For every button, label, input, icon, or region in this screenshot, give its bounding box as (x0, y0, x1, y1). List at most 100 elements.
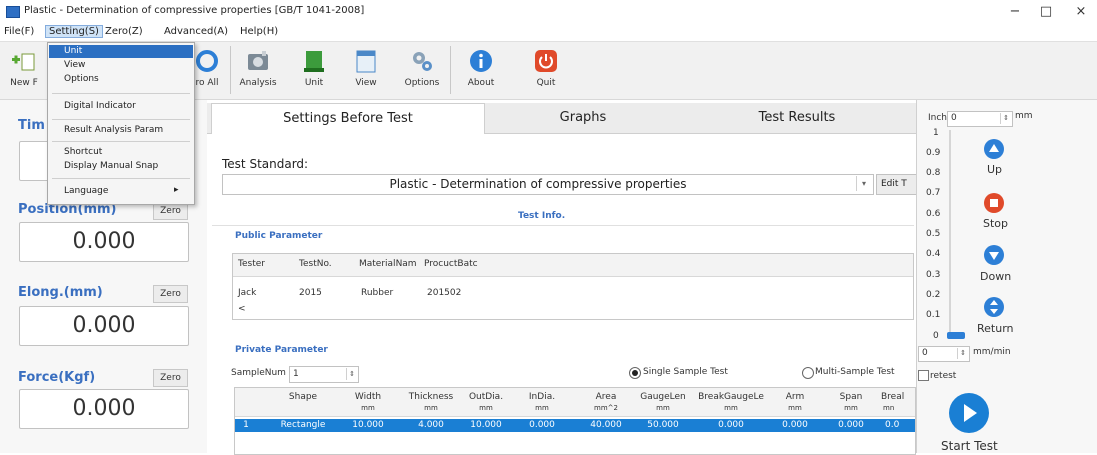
menu-item-language[interactable]: Language (64, 186, 108, 196)
speed-value: 0 (922, 348, 928, 358)
arrow-up-icon (989, 144, 999, 152)
setting-dropdown-menu: Unit View Options Digital Indicator Resu… (47, 42, 195, 205)
menu-separator (52, 93, 190, 94)
col-width-unit: mm (361, 404, 375, 412)
public-value-material[interactable]: Rubber (361, 288, 393, 298)
toolbar-new-button[interactable]: New F (2, 48, 46, 88)
up-button[interactable] (984, 139, 1004, 159)
col-area-unit: mm^2 (594, 404, 618, 412)
elong-zero-button[interactable]: Zero (153, 285, 188, 303)
toolbar-unit-button[interactable]: Unit (292, 48, 336, 88)
menu-item-options[interactable]: Options (64, 74, 99, 84)
menu-setting[interactable]: Setting(S) (45, 25, 103, 38)
public-value-testno[interactable]: 2015 (299, 288, 322, 298)
position-slider-handle[interactable] (947, 332, 965, 339)
menu-item-result-analysis-param[interactable]: Result Analysis Param (64, 125, 163, 135)
col-area: Area (595, 392, 617, 402)
maximize-button[interactable]: □ (1031, 2, 1061, 22)
multi-sample-label: Multi-Sample Test (815, 367, 895, 377)
position-value: 0.000 (19, 222, 189, 262)
menu-item-shortcut[interactable]: Shortcut (64, 147, 102, 157)
public-header-testno: TestNo. (299, 259, 332, 269)
public-parameter-title: Public Parameter (235, 231, 323, 241)
menu-separator (52, 119, 190, 120)
col-breakgaugelen: BreakGaugeLe (698, 392, 764, 402)
public-value-tester[interactable]: Jack (238, 288, 256, 298)
force-title: Force(Kgf) (18, 370, 96, 385)
private-parameter-title: Private Parameter (235, 345, 328, 355)
public-parameter-grid: Tester TestNo. MaterialNam ProcuctBatc J… (232, 253, 914, 320)
stop-button[interactable] (984, 193, 1004, 213)
scale-tick: 0.9 (926, 148, 941, 158)
toolbar-analysis-button[interactable]: Analysis (236, 48, 280, 88)
edit-standard-button[interactable]: Edit T (876, 174, 920, 195)
power-icon (532, 48, 560, 74)
menu-item-unit[interactable]: Unit (64, 46, 82, 56)
table-row[interactable]: 1 Rectangle 10.000 4.000 10.000 0.000 40… (235, 419, 915, 432)
col-span-unit: mm (844, 404, 858, 412)
spinner-arrows-icon[interactable]: ⇕ (346, 368, 357, 380)
menu-advanced[interactable]: Advanced(A) (162, 26, 230, 37)
up-label: Up (987, 163, 1003, 176)
retest-checkbox[interactable] (918, 370, 929, 381)
multi-sample-radio[interactable] (802, 367, 814, 379)
menu-help[interactable]: Help(H) (238, 26, 280, 37)
col-arm: Arm (785, 392, 805, 402)
menu-item-display-manual-snap[interactable]: Display Manual Snap (64, 161, 158, 171)
toolbar-about-button[interactable]: About (459, 48, 503, 88)
return-icon (990, 300, 998, 314)
view-icon (352, 48, 380, 74)
col-india-unit: mm (535, 404, 549, 412)
col-break: Breal (881, 392, 905, 402)
minimize-button[interactable]: − (1000, 2, 1030, 22)
toolbar-options-button[interactable]: Options (400, 48, 444, 88)
scroll-left-arrow[interactable]: < (238, 304, 246, 314)
tab-graphs[interactable]: Graphs (483, 103, 683, 133)
menu-item-view[interactable]: View (64, 60, 85, 70)
stop-label: Stop (983, 217, 1009, 230)
menu-separator (52, 141, 190, 142)
col-thickness-unit: mm (424, 404, 438, 412)
spinner-arrows-icon[interactable]: ⇕ (1000, 113, 1011, 124)
menu-file[interactable]: File(F) (2, 26, 36, 37)
elong-value: 0.000 (19, 306, 189, 346)
samplenum-value: 1 (293, 369, 299, 379)
scale-tick: 0.5 (926, 229, 941, 239)
test-standard-select[interactable]: Plastic - Determination of compressive p… (222, 174, 874, 195)
analysis-icon (244, 48, 272, 74)
new-file-icon (10, 48, 38, 74)
col-breakgaugelen-unit: mm (724, 404, 738, 412)
samplenum-spinner[interactable]: 1 ⇕ (289, 366, 359, 383)
return-button[interactable] (984, 297, 1004, 317)
position-track (949, 130, 951, 336)
gear-icon (408, 48, 436, 74)
down-label: Down (980, 270, 1012, 283)
mm-label: mm (1015, 111, 1033, 121)
menu-item-digital-indicator[interactable]: Digital Indicator (64, 101, 136, 111)
info-icon (467, 48, 495, 74)
divider (212, 225, 914, 226)
spinner-arrows-icon[interactable]: ⇕ (957, 348, 968, 359)
speed-spinner[interactable]: 0 ⇕ (918, 346, 970, 362)
close-button[interactable]: × (1066, 2, 1096, 22)
scale-tick: 0.8 (926, 168, 941, 178)
force-zero-button[interactable]: Zero (153, 369, 188, 387)
toolbar-quit-button[interactable]: Quit (524, 48, 568, 88)
arrow-down-icon (989, 252, 999, 260)
speed-unit: mm/min (973, 347, 1011, 357)
test-info-title: Test Info. (518, 211, 566, 221)
toolbar-separator (230, 46, 231, 94)
inch-spinner[interactable]: 0 ⇕ (947, 111, 1013, 127)
start-test-button[interactable] (949, 393, 989, 433)
time-title: Tim (18, 118, 45, 133)
tab-test-results[interactable]: Test Results (683, 103, 911, 133)
menu-zero[interactable]: Zero(Z) (103, 26, 145, 37)
toolbar-view-button[interactable]: View (344, 48, 388, 88)
down-button[interactable] (984, 245, 1004, 265)
public-value-batch[interactable]: 201502 (427, 288, 461, 298)
single-sample-radio[interactable] (629, 367, 641, 379)
test-standard-label: Test Standard: (222, 157, 309, 171)
tab-settings-before-test[interactable]: Settings Before Test (211, 103, 485, 134)
col-india: InDia. (528, 392, 556, 402)
chevron-down-icon: ▾ (856, 176, 871, 191)
